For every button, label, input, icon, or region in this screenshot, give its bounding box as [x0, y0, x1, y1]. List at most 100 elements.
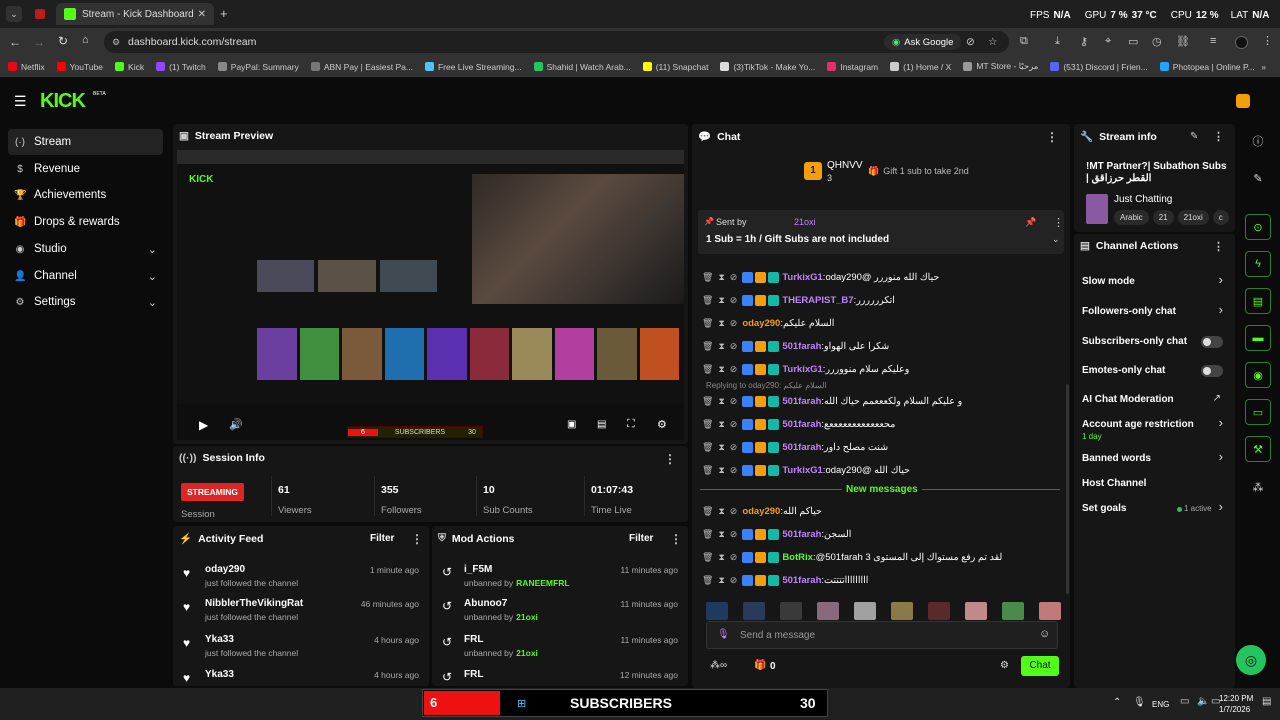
- chat-menu-icon[interactable]: ⋮: [1046, 130, 1058, 144]
- channel-action-followers-only-chat[interactable]: Followers-only chat ›: [1074, 302, 1235, 328]
- settings-icon[interactable]: ⚙: [657, 418, 667, 431]
- rail-btn-7[interactable]: ⚒: [1240, 434, 1276, 464]
- bookmark-item[interactable]: (11) Snapchat: [642, 61, 708, 72]
- timeout-icon[interactable]: ⧗: [718, 295, 724, 306]
- chat-username[interactable]: 501farah: [782, 396, 821, 407]
- pinned-message[interactable]: 📌 Sent by 21oxi 1 Sub = 1h / Gift Subs a…: [698, 210, 1064, 254]
- download-icon[interactable]: ⤓: [1055, 35, 1060, 48]
- rail-btn-1[interactable]: ⊙: [1240, 212, 1276, 242]
- notification-icon[interactable]: ▤: [1262, 696, 1271, 707]
- windows-start-icon[interactable]: ⊞: [517, 697, 526, 710]
- ban-icon[interactable]: ⊘: [730, 364, 738, 375]
- ban-icon[interactable]: ⊘: [730, 318, 738, 329]
- bookmark-item[interactable]: (531) Discord | Frien...: [1050, 61, 1148, 72]
- address-bar[interactable]: ⚙ dashboard.kick.com/stream ◉ Ask Google …: [104, 31, 1009, 53]
- language-indicator[interactable]: ENG: [1152, 700, 1169, 709]
- timeout-icon[interactable]: ⧗: [718, 529, 724, 540]
- chat-send-button[interactable]: Chat: [1021, 656, 1059, 676]
- up-arrow-icon[interactable]: ⌃: [1113, 697, 1121, 708]
- rail-btn-4[interactable]: ▬: [1240, 323, 1276, 353]
- stream-tag[interactable]: 21oxi: [1177, 210, 1209, 225]
- chat-tools-icon[interactable]: ⁂∞: [710, 660, 727, 671]
- chevron-down-icon[interactable]: ⌄: [148, 270, 157, 283]
- chat-scrollbar[interactable]: [1066, 384, 1069, 594]
- home-icon[interactable]: ⌂: [82, 34, 89, 46]
- channel-action-account-age-restriction[interactable]: Account age restriction 1 day ›: [1074, 415, 1235, 441]
- timeout-icon[interactable]: ⧗: [718, 318, 724, 329]
- chat-message[interactable]: 🗑 ⧗ ⊘ 501farah: محععععععععععععع: [702, 415, 1062, 433]
- browser-menu-icon[interactable]: ⋮: [1262, 34, 1273, 47]
- rail-btn-3[interactable]: ▤: [1240, 286, 1276, 316]
- chat-message[interactable]: 🗑 ⧗ ⊘ 501farah: السجن: [702, 525, 1062, 543]
- activity-menu-icon[interactable]: ⋮: [411, 532, 423, 546]
- chat-username[interactable]: THERAPIST_B7: [782, 295, 853, 306]
- profile-avatar[interactable]: [1235, 36, 1248, 49]
- edit-icon[interactable]: ✎: [1240, 163, 1276, 193]
- emote-10[interactable]: [1039, 602, 1061, 620]
- reload-icon[interactable]: ↻: [58, 34, 68, 48]
- bookmark-item[interactable]: Shahid | Watch Arab...: [533, 61, 631, 72]
- bookmark-item[interactable]: (1) Twitch: [156, 61, 206, 72]
- volume-icon[interactable]: 🔊: [229, 418, 243, 431]
- toggle-switch[interactable]: [1201, 336, 1223, 348]
- back-icon[interactable]: ←: [9, 35, 21, 49]
- reading-list-icon[interactable]: ≡: [1210, 35, 1216, 47]
- chat-message[interactable]: 🗑 ⧗ ⊘ 501farah: و عليكم السلام ولكعععمم حيا…: [702, 392, 1062, 410]
- delete-icon[interactable]: 🗑: [702, 442, 713, 453]
- bookmark-item[interactable]: Instagram: [827, 61, 878, 72]
- stream-tag[interactable]: Arabic: [1114, 210, 1149, 225]
- clock-date[interactable]: 1/7/2026: [1219, 705, 1250, 714]
- channel-action-emotes-only-chat[interactable]: Emotes-only chat: [1074, 363, 1235, 387]
- chat-message[interactable]: 🗑 ⧗ ⊘ 501farah: اااااااااتتتتت: [702, 571, 1062, 589]
- chat-settings-icon[interactable]: ⚙: [1000, 660, 1009, 671]
- toggle-switch[interactable]: [1201, 365, 1223, 377]
- ban-icon[interactable]: ⊘: [730, 506, 738, 517]
- history-icon[interactable]: ◷: [1152, 35, 1162, 48]
- chat-message[interactable]: 🗑 ⧗ ⊘ oday290: السلام عليكم: [702, 314, 1062, 332]
- category-thumb[interactable]: [1086, 194, 1108, 224]
- bookmark-item[interactable]: PayPal: Summary: [217, 61, 299, 72]
- eye-off-icon[interactable]: ⊘: [966, 36, 975, 48]
- info-icon[interactable]: ⓘ: [1240, 126, 1276, 156]
- emote-1[interactable]: [706, 602, 728, 620]
- top-gifter-name[interactable]: QHNVV: [827, 160, 863, 171]
- payment-icon[interactable]: ▭: [1128, 35, 1138, 48]
- reply-context[interactable]: Replying to oday290: السلام عليكم: [706, 381, 827, 390]
- extensions-icon[interactable]: ⧉: [1020, 35, 1028, 48]
- tab-kick-dashboard[interactable]: Stream - Kick Dashboard ✕: [56, 3, 214, 25]
- channel-action-banned-words[interactable]: Banned words ›: [1074, 449, 1235, 475]
- bookmark-item[interactable]: Free Live Streaming...: [424, 61, 522, 72]
- timeout-icon[interactable]: ⧗: [718, 396, 724, 407]
- pinned-expand-icon[interactable]: ⌄: [1052, 234, 1060, 245]
- emote-6[interactable]: [891, 602, 913, 620]
- timeout-icon[interactable]: ⧗: [718, 506, 724, 517]
- timeout-icon[interactable]: ⧗: [718, 552, 724, 563]
- activity-filter-button[interactable]: Filter: [370, 533, 394, 544]
- sidebar-item-settings[interactable]: ⚙ Settings ⌄: [8, 289, 163, 315]
- emote-9[interactable]: [1002, 602, 1024, 620]
- delete-icon[interactable]: 🗑: [702, 575, 713, 586]
- chat-username[interactable]: BotRix: [782, 552, 813, 563]
- emote-7[interactable]: [928, 602, 950, 620]
- sidebar-item-stream[interactable]: (·) Stream: [8, 129, 163, 155]
- stream-tag[interactable]: c: [1212, 210, 1229, 225]
- chat-username[interactable]: 501farah: [782, 575, 821, 586]
- ban-icon[interactable]: ⊘: [730, 552, 738, 563]
- hamburger-menu-icon[interactable]: ☰: [14, 93, 27, 110]
- sidebar-item-channel[interactable]: 👤 Channel ⌄: [8, 263, 163, 289]
- sidebar-item-revenue[interactable]: $ Revenue: [8, 156, 163, 182]
- site-info-icon[interactable]: ⚙: [112, 37, 120, 48]
- emote-2[interactable]: [743, 602, 765, 620]
- chat-username[interactable]: TurkixG1: [782, 364, 822, 375]
- play-icon[interactable]: ▶: [199, 418, 208, 432]
- edit-stream-icon[interactable]: ✎: [1190, 131, 1198, 142]
- chat-username[interactable]: 501farah: [782, 529, 821, 540]
- user-avatar[interactable]: [1236, 94, 1250, 108]
- channel-action-slow-mode[interactable]: Slow mode ›: [1074, 272, 1235, 298]
- chevron-down-icon[interactable]: ⌄: [148, 243, 157, 256]
- emote-5[interactable]: [854, 602, 876, 620]
- timeout-icon[interactable]: ⧗: [718, 272, 724, 283]
- kick-logo[interactable]: KICK: [40, 90, 86, 113]
- mod-action-item[interactable]: ↺ Abunoo7 unbanned by 21oxi 11 minutes ago: [442, 598, 682, 628]
- chat-message[interactable]: 🗑 ⧗ ⊘ oday290: حياكم الله: [702, 502, 1062, 520]
